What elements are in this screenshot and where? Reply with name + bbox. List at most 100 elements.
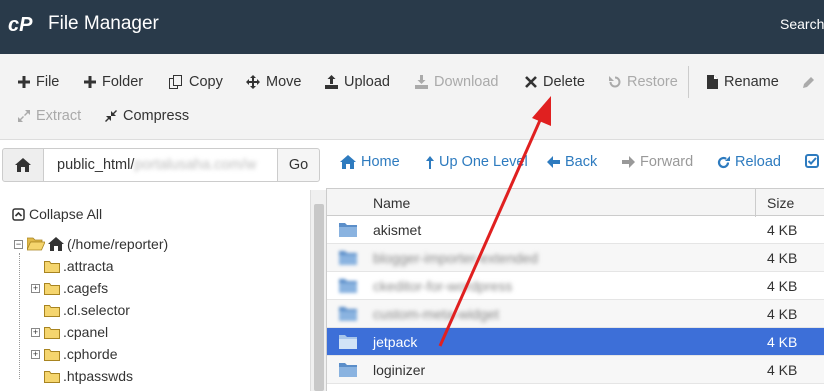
path-prefix: public_html/ — [57, 157, 135, 173]
tree-item[interactable]: + .cagefs — [31, 278, 108, 298]
upload-button[interactable]: Upload — [325, 70, 390, 94]
restore-button[interactable]: Restore — [609, 70, 678, 94]
folder-icon — [339, 251, 357, 265]
edit-icon-button[interactable] — [803, 70, 815, 94]
folder-icon — [44, 260, 60, 273]
expand-toggle-icon[interactable]: + — [31, 283, 40, 293]
column-divider — [755, 189, 756, 217]
copy-icon — [169, 75, 182, 89]
file-name: blogger-importer-extended — [373, 250, 538, 266]
select-all-button[interactable] — [805, 154, 819, 168]
file-row[interactable]: akismet 4 KB — [327, 216, 824, 244]
tree-item[interactable]: .attracta — [31, 256, 114, 276]
pencil-icon — [803, 77, 814, 88]
home-nav-button[interactable]: Home — [340, 154, 400, 170]
download-label: Download — [434, 74, 499, 90]
tree-root-item[interactable]: − (/home/reporter) — [14, 234, 168, 254]
undo-icon — [609, 76, 621, 88]
back-button[interactable]: Back — [547, 154, 597, 170]
upload-label: Upload — [344, 74, 390, 90]
tree-item-label: .cl.selector — [63, 302, 130, 318]
home-icon — [15, 158, 31, 172]
tree-item-label: .attracta — [63, 258, 114, 274]
move-icon — [246, 75, 260, 89]
file-row-selected[interactable]: jetpack 4 KB — [327, 328, 824, 356]
forward-label: Forward — [640, 154, 694, 170]
copy-label: Copy — [189, 74, 223, 90]
arrow-up-icon — [426, 155, 434, 169]
rename-button[interactable]: Rename — [707, 70, 779, 94]
arrow-left-icon — [547, 156, 560, 168]
new-file-label: File — [36, 74, 60, 90]
size-column-header[interactable]: Size — [767, 195, 794, 211]
copy-button[interactable]: Copy — [169, 70, 223, 94]
delete-button[interactable]: Delete — [525, 70, 585, 94]
scrollbar-thumb[interactable] — [314, 204, 324, 391]
new-file-button[interactable]: File — [18, 70, 59, 94]
file-size: 4 KB — [767, 250, 798, 266]
plus-icon — [18, 76, 30, 88]
delete-label: Delete — [543, 74, 585, 90]
path-input[interactable]: public_html/portalusaha.com/w — [43, 148, 278, 182]
home-path-button[interactable] — [2, 148, 44, 182]
collapse-all-button[interactable]: Collapse All — [12, 206, 102, 222]
file-row[interactable]: loginizer 4 KB — [327, 356, 824, 384]
download-button[interactable]: Download — [415, 70, 499, 94]
folder-icon — [339, 363, 357, 377]
expand-toggle-icon[interactable]: + — [31, 327, 40, 337]
arrow-right-icon — [622, 156, 635, 168]
home-icon — [48, 237, 64, 251]
checkbox-icon — [805, 154, 819, 168]
toolbar-divider — [688, 66, 689, 98]
tree-item-label: .cphorde — [63, 346, 118, 362]
forward-button[interactable]: Forward — [622, 154, 693, 170]
home-icon — [340, 155, 356, 169]
reload-button[interactable]: Reload — [717, 154, 781, 170]
collapse-toggle-icon[interactable]: − — [14, 239, 23, 249]
collapse-all-label: Collapse All — [29, 206, 103, 222]
name-column-header[interactable]: Name — [373, 195, 410, 211]
plus-icon — [84, 76, 96, 88]
file-row[interactable]: custom-meta-widget 4 KB — [327, 300, 824, 328]
folder-icon — [339, 223, 357, 237]
home-nav-label: Home — [361, 154, 400, 170]
download-icon — [415, 75, 428, 89]
tree-root-label: (/home/reporter) — [67, 236, 169, 252]
file-name: jetpack — [373, 334, 418, 350]
extract-label: Extract — [36, 108, 82, 124]
tree-scrollbar[interactable] — [310, 190, 326, 391]
reload-label: Reload — [735, 154, 781, 170]
tree-item-label: .htpasswds — [63, 368, 134, 384]
file-row[interactable]: ckeditor-for-wordpress 4 KB — [327, 272, 824, 300]
file-row[interactable]: blogger-importer-extended 4 KB — [327, 244, 824, 272]
folder-icon — [339, 307, 357, 321]
file-size: 4 KB — [767, 222, 798, 238]
refresh-icon — [717, 155, 730, 168]
search-link[interactable]: Search — [780, 16, 824, 32]
up-one-level-button[interactable]: Up One Level — [426, 154, 528, 170]
file-name: ckeditor-for-wordpress — [373, 278, 513, 294]
open-folder-icon — [27, 237, 45, 251]
file-name: loginizer — [373, 362, 426, 378]
tree-item[interactable]: + .cpanel — [31, 322, 108, 342]
compress-button[interactable]: Compress — [105, 104, 189, 128]
directory-tree: Collapse All − (/home/reporter) .attract… — [0, 190, 310, 391]
extract-button[interactable]: Extract — [18, 104, 81, 128]
folder-icon — [339, 335, 357, 349]
folder-icon — [44, 348, 60, 361]
tree-item[interactable]: .htpasswds — [31, 366, 133, 386]
file-icon — [707, 75, 718, 89]
new-folder-button[interactable]: Folder — [84, 70, 143, 94]
compress-label: Compress — [123, 108, 190, 124]
tree-guide-line — [19, 253, 20, 379]
rename-label: Rename — [724, 74, 779, 90]
go-button[interactable]: Go — [277, 148, 320, 182]
tree-item-label: .cpanel — [63, 324, 109, 340]
tree-item[interactable]: + .cphorde — [31, 344, 117, 364]
file-name: akismet — [373, 222, 422, 238]
svg-text:cP: cP — [8, 14, 33, 36]
tree-item[interactable]: .cl.selector — [31, 300, 130, 320]
file-size: 4 KB — [767, 334, 798, 350]
move-button[interactable]: Move — [246, 70, 301, 94]
expand-toggle-icon[interactable]: + — [31, 349, 40, 359]
